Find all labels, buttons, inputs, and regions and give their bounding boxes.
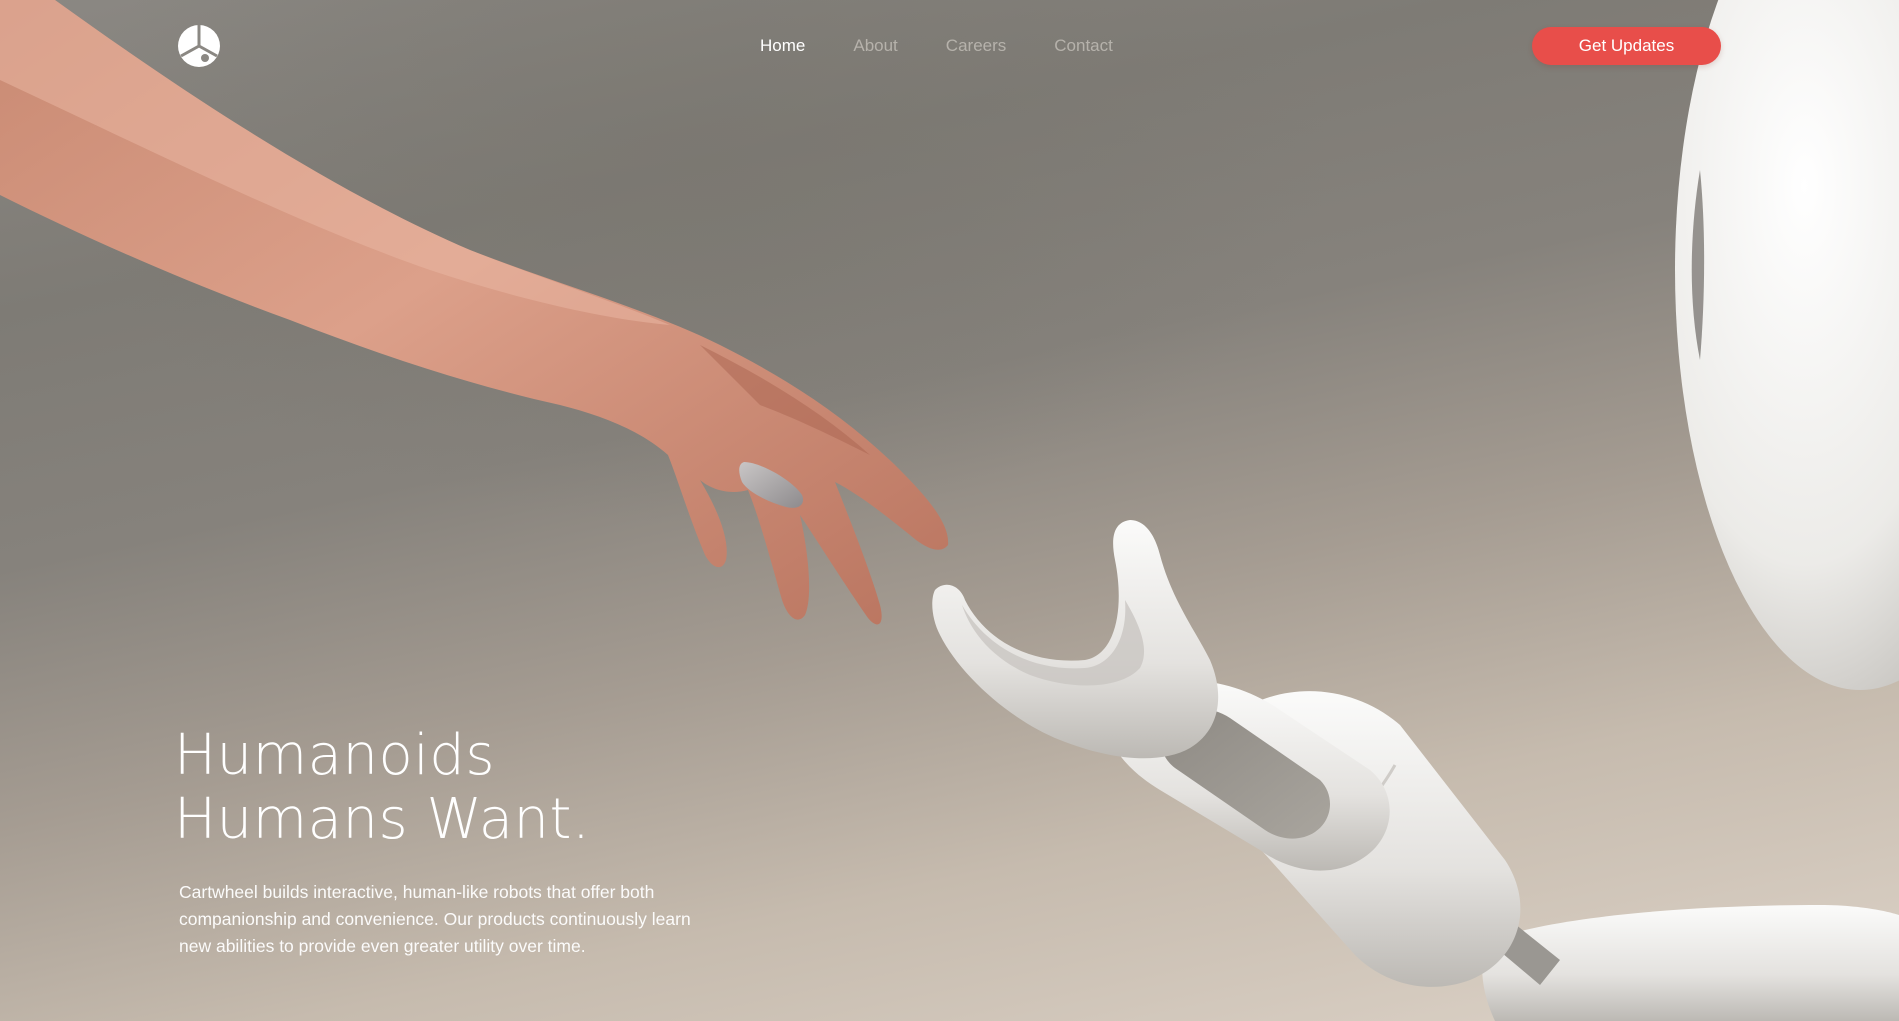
robot-head	[1675, 0, 1899, 690]
hero-headline-line-2: Humans Want.	[174, 787, 591, 852]
hero-description: Cartwheel builds interactive, human-like…	[179, 882, 691, 956]
nav-item-contact[interactable]: Contact	[1054, 36, 1113, 56]
hero-headline-line-1: Humanoids	[174, 723, 496, 788]
hero-headline: Humanoids Humans Want.	[174, 724, 590, 852]
main-nav: Home About Careers Contact	[760, 34, 1161, 58]
cartwheel-logo-icon[interactable]	[177, 24, 221, 68]
hero-image	[0, 0, 1899, 1021]
human-arm	[0, 0, 949, 625]
get-updates-button[interactable]: Get Updates	[1532, 27, 1721, 65]
nav-item-careers[interactable]: Careers	[946, 36, 1006, 56]
hero-section: Home About Careers Contact Get Updates H…	[0, 0, 1899, 1021]
nav-item-home[interactable]: Home	[760, 36, 805, 56]
nav-item-about[interactable]: About	[853, 36, 897, 56]
